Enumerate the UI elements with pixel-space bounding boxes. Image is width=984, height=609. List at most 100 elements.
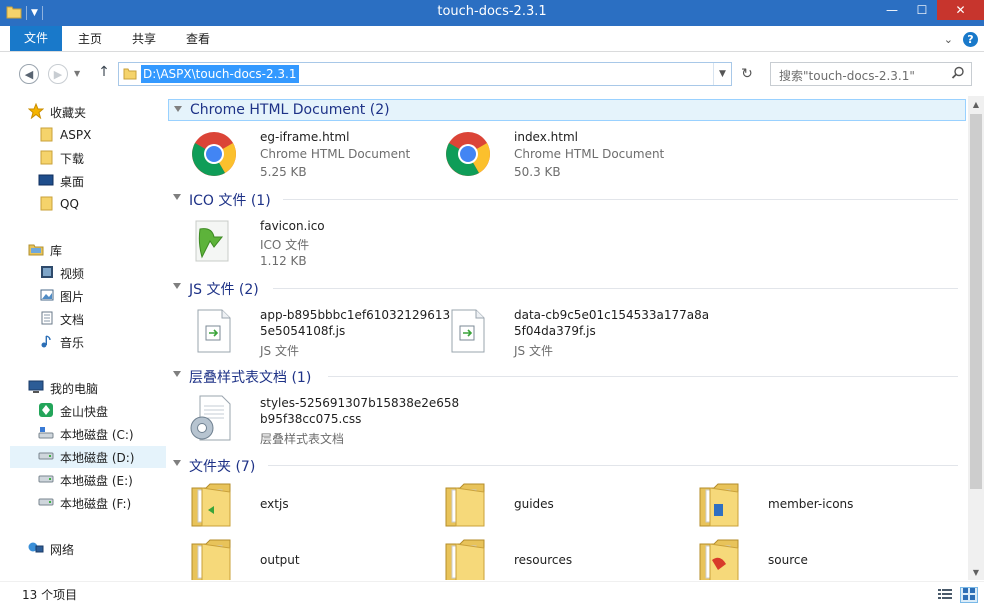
group-header-chrome[interactable]: Chrome HTML Document (2) (168, 99, 966, 121)
sidebar-network[interactable]: 网络 (10, 538, 166, 560)
sidebar-computer[interactable]: 我的电脑 (10, 377, 166, 399)
sidebar-item-label: 本地磁盘 (D:) (60, 450, 135, 465)
document-icon (40, 311, 54, 328)
refresh-button[interactable]: ↻ (736, 62, 758, 86)
library-icon (28, 242, 44, 259)
sidebar-item-qq[interactable]: QQ (10, 193, 166, 215)
arrow-up-icon: ↑ (98, 64, 110, 80)
group-title: Chrome HTML Document (2) (190, 102, 390, 118)
close-button[interactable]: ✕ (937, 0, 984, 20)
chevron-down-icon: ▼ (719, 69, 726, 79)
minimize-button[interactable]: — (877, 0, 907, 20)
back-button[interactable]: ◀ (19, 64, 39, 84)
forward-button[interactable]: ▶ (48, 64, 68, 84)
search-input[interactable]: 搜索"touch-docs-2.3.1" (779, 67, 915, 84)
folder-item-member-icons[interactable]: member-icons (696, 480, 941, 532)
sidebar-item-drive-f[interactable]: 本地磁盘 (F:) (10, 492, 166, 514)
ico-file-icon (188, 217, 248, 269)
folder-item-resources[interactable]: resources (442, 536, 687, 580)
address-bar[interactable]: D:\ASPX\touch-docs-2.3.1 ▼ (118, 62, 732, 86)
tiles-view-button[interactable] (960, 587, 978, 603)
tab-home[interactable]: 主页 (68, 28, 112, 51)
address-dropdown-button[interactable]: ▼ (713, 63, 731, 85)
tab-share[interactable]: 共享 (122, 28, 166, 51)
group-header-folders[interactable]: 文件夹 (7) (168, 454, 966, 476)
folder-item-extjs[interactable]: extjs (188, 480, 433, 532)
file-name-continued: 5e5054108f.js (260, 324, 346, 338)
sidebar-item-label: 图片 (60, 289, 85, 304)
tab-file[interactable]: 文件 (10, 26, 63, 51)
search-box[interactable]: 搜索"touch-docs-2.3.1" (770, 62, 972, 86)
chevron-down-icon[interactable] (173, 460, 181, 466)
group-title: JS 文件 (2) (189, 282, 259, 298)
sidebar-item-drive-e[interactable]: 本地磁盘 (E:) (10, 469, 166, 491)
details-view-icon (938, 588, 952, 603)
chevron-up-icon: ▲ (972, 99, 980, 109)
list-item[interactable]: index.html Chrome HTML Document 50.3 KB (442, 128, 687, 180)
chevron-down-icon[interactable] (174, 106, 182, 112)
details-view-button[interactable] (936, 587, 954, 603)
sidebar-item-documents[interactable]: 文档 (10, 308, 166, 330)
chrome-icon (188, 128, 248, 180)
sidebar-item-label: 本地磁盘 (E:) (60, 473, 133, 488)
computer-icon (28, 380, 44, 397)
scroll-down-button[interactable]: ▼ (968, 564, 984, 580)
list-item[interactable]: eg-iframe.html Chrome HTML Document 5.25… (188, 128, 433, 180)
file-size: 50.3 KB (514, 165, 561, 179)
sidebar-library[interactable]: 库 (10, 239, 166, 261)
sidebar-favorites[interactable]: 收藏夹 (10, 101, 166, 123)
group-divider (283, 199, 958, 200)
sidebar-item-drive-c[interactable]: 本地磁盘 (C:) (10, 423, 166, 445)
address-input[interactable]: D:\ASPX\touch-docs-2.3.1 (141, 65, 299, 83)
chevron-down-icon[interactable] (173, 283, 181, 289)
sidebar-item-downloads[interactable]: 下载 (10, 147, 166, 169)
expand-ribbon-icon[interactable]: ⌄ (944, 33, 953, 46)
system-drive-icon (38, 426, 54, 443)
sidebar-item-label: QQ (60, 197, 79, 211)
maximize-icon: ☐ (916, 3, 928, 17)
folder-icon (40, 195, 54, 214)
css-file-icon (188, 394, 248, 446)
sidebar-item-videos[interactable]: 视频 (10, 262, 166, 284)
up-button[interactable]: ↑ (96, 64, 112, 84)
maximize-button[interactable]: ☐ (907, 0, 937, 20)
file-size: 5.25 KB (260, 165, 307, 179)
ribbon-right-controls: ⌄ ? (944, 32, 978, 47)
list-item[interactable]: app-b895bbbc1ef61032129613 5e5054108f.js… (188, 306, 450, 358)
chevron-down-icon[interactable] (173, 371, 181, 377)
vertical-scrollbar[interactable]: ▲ ▼ (968, 96, 984, 580)
file-name: styles-525691307b15838e2e658 (260, 396, 460, 410)
group-header-ico[interactable]: ICO 文件 (1) (168, 188, 966, 210)
group-header-js[interactable]: JS 文件 (2) (168, 277, 966, 299)
folder-item-source[interactable]: source (696, 536, 941, 580)
music-icon (40, 334, 54, 351)
list-item[interactable]: styles-525691307b15838e2e658 b95f38cc075… (188, 394, 459, 446)
list-item[interactable]: favicon.ico ICO 文件 1.12 KB (188, 217, 433, 269)
group-header-css[interactable]: 层叠样式表文档 (1) (168, 365, 966, 387)
chevron-down-icon: ▼ (972, 567, 980, 577)
chevron-down-icon[interactable] (173, 194, 181, 200)
file-name: index.html (514, 130, 578, 144)
list-item[interactable]: data-cb9c5e01c154533a177a8a 5f04da379f.j… (442, 306, 709, 358)
file-type: ICO 文件 (260, 238, 310, 252)
folder-item-output[interactable]: output (188, 536, 433, 580)
folder-item-guides[interactable]: guides (442, 480, 687, 532)
folder-icon (188, 480, 248, 532)
js-file-icon (442, 306, 502, 358)
sidebar-item-aspx[interactable]: ASPX (10, 124, 166, 146)
tab-view[interactable]: 查看 (176, 28, 220, 51)
ribbon: 文件 主页 共享 查看 ⌄ ? (0, 26, 984, 52)
sidebar-item-kuaipan[interactable]: 金山快盘 (10, 400, 166, 422)
sidebar-item-music[interactable]: 音乐 (10, 331, 166, 353)
sidebar-item-pictures[interactable]: 图片 (10, 285, 166, 307)
sidebar-item-desktop[interactable]: 桌面 (10, 170, 166, 192)
search-icon[interactable] (951, 66, 965, 83)
scroll-thumb[interactable] (970, 114, 982, 489)
scroll-up-button[interactable]: ▲ (968, 96, 984, 112)
help-icon[interactable]: ? (963, 32, 978, 47)
arrow-right-icon: ▶ (53, 67, 63, 81)
chrome-icon (442, 128, 502, 180)
recent-locations-icon[interactable]: ▼ (74, 69, 80, 78)
sidebar-item-drive-d[interactable]: 本地磁盘 (D:) (10, 446, 166, 468)
sidebar-item-label: ASPX (60, 128, 92, 142)
